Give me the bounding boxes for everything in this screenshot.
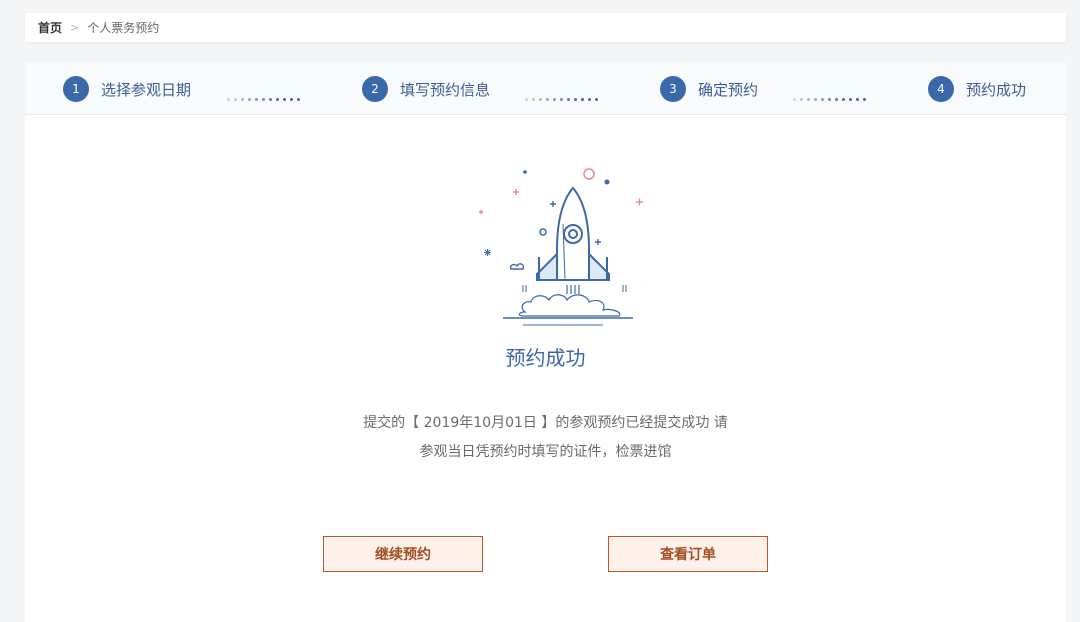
step-3: 3 确定预约 — [660, 76, 758, 102]
view-order-button[interactable]: 查看订单 — [608, 536, 768, 572]
step-4: 4 预约成功 — [928, 76, 1026, 102]
chevron-right-icon: > — [70, 21, 79, 34]
step-number: 1 — [63, 76, 89, 102]
breadcrumb-home[interactable]: 首页 — [38, 19, 62, 36]
result-message-line-2: 参观当日凭预约时填写的证件，检票进馆 — [25, 438, 1066, 466]
step-1: 1 选择参观日期 — [63, 76, 191, 102]
breadcrumb-current: 个人票务预约 — [87, 19, 159, 36]
main-panel: 1 选择参观日期 2 填写预约信息 3 确定预约 4 预约成功 — [25, 62, 1066, 622]
rocket-illustration — [453, 162, 643, 332]
step-2: 2 填写预约信息 — [362, 76, 490, 102]
result-message-line-1: 提交的【 2019年10月01日 】的参观预约已经提交成功 请 — [25, 409, 1066, 437]
step-number: 4 — [928, 76, 954, 102]
step-connector — [793, 89, 870, 108]
result-title: 预约成功 — [25, 342, 1066, 371]
step-number: 3 — [660, 76, 686, 102]
step-number: 2 — [362, 76, 388, 102]
step-indicator: 1 选择参观日期 2 填写预约信息 3 确定预约 4 预约成功 — [25, 62, 1066, 115]
step-connector — [227, 89, 304, 108]
breadcrumb: 首页 > 个人票务预约 — [25, 13, 1066, 42]
step-connector — [525, 89, 602, 108]
continue-booking-button[interactable]: 继续预约 — [323, 536, 483, 572]
step-label: 选择参观日期 — [101, 79, 191, 100]
step-label: 确定预约 — [698, 79, 758, 100]
step-label: 填写预约信息 — [400, 79, 490, 100]
step-label: 预约成功 — [966, 79, 1026, 100]
